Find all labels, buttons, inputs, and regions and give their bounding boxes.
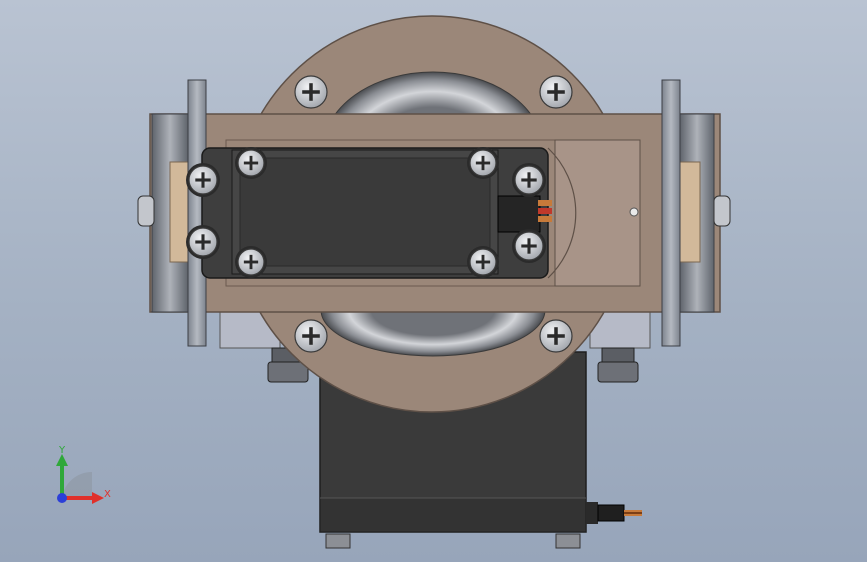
screw-icon [294,319,328,353]
screw-icon [512,229,546,263]
screw-icon [467,246,499,278]
coordinate-triad: Y X [56,445,111,504]
screw-icon [186,163,220,197]
screw-icon [235,246,267,278]
assembly-drawing: Y X [56,15,731,549]
screw-icon [294,75,328,109]
screw-icon [186,225,220,259]
screw-icon [539,319,573,353]
y-axis-label: Y [58,445,66,456]
lower-servo-cable [586,502,642,524]
screw-icon [467,147,499,179]
x-axis-label: X [104,489,111,500]
screw-icon [539,75,573,109]
screw-icon [235,147,267,179]
screw-icon [512,163,546,197]
cad-viewport[interactable]: Y X [0,0,867,562]
left-bracket [137,79,207,347]
z-axis-dot [57,493,67,503]
